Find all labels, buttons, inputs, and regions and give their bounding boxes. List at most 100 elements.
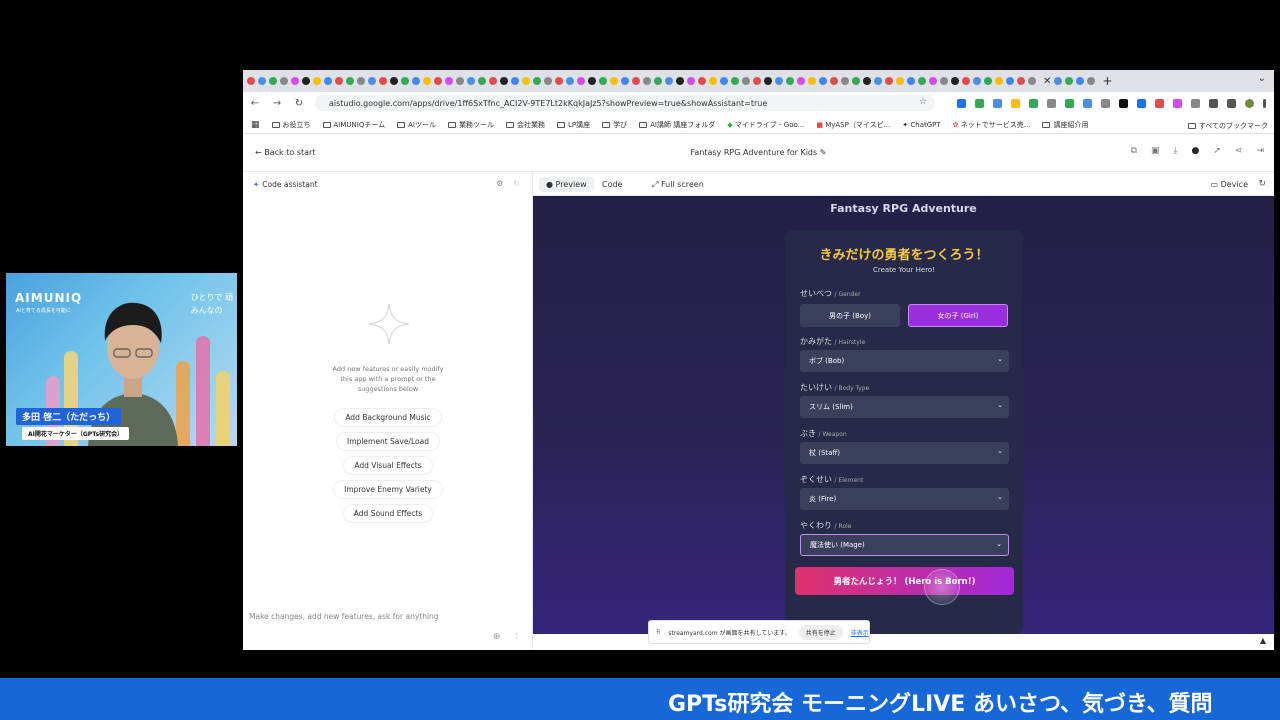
tab-favicon[interactable] bbox=[522, 77, 530, 85]
profile-avatar-icon[interactable] bbox=[1245, 98, 1254, 108]
extension-icon[interactable] bbox=[1119, 98, 1128, 108]
stop-sharing-button[interactable]: 共有を停止 bbox=[798, 624, 843, 640]
bookmark-item[interactable]: LP講座 bbox=[557, 120, 590, 130]
download-icon[interactable] bbox=[1209, 98, 1218, 108]
tab-favicon[interactable] bbox=[819, 77, 827, 85]
tab-favicon[interactable] bbox=[1028, 77, 1036, 85]
tab-favicon[interactable] bbox=[335, 77, 343, 85]
extension-icon[interactable] bbox=[1155, 98, 1164, 108]
tab-favicon[interactable] bbox=[456, 77, 464, 85]
tab-favicon[interactable] bbox=[379, 77, 387, 85]
tab-favicon[interactable] bbox=[346, 77, 354, 85]
tab-favicon[interactable] bbox=[566, 77, 574, 85]
chevron-down-icon[interactable]: ⌄ bbox=[1258, 73, 1266, 84]
body-type-select[interactable]: スリム (Slim) ⌄ bbox=[800, 396, 1009, 418]
tab-favicon[interactable] bbox=[1054, 77, 1063, 85]
tab-favicon[interactable] bbox=[632, 77, 640, 85]
all-bookmarks[interactable]: すべてのブックマーク bbox=[1187, 121, 1268, 131]
tab-favicon[interactable] bbox=[269, 77, 277, 85]
tab-favicon[interactable] bbox=[500, 77, 508, 85]
device-selector[interactable]: ▭ Device bbox=[1211, 180, 1248, 189]
weapon-select[interactable]: 杖 (Staff) ⌄ bbox=[800, 442, 1009, 464]
bookmark-item[interactable]: AIMUNIQチーム bbox=[322, 120, 385, 130]
extension-icon[interactable] bbox=[1083, 98, 1092, 108]
tab-favicon[interactable] bbox=[709, 77, 717, 85]
collapse-icon[interactable]: ⇥ bbox=[1256, 146, 1264, 156]
gender-girl-button[interactable]: 女の子 (Girl) bbox=[908, 304, 1008, 327]
hairstyle-select[interactable]: ボブ (Bob) ⌄ bbox=[800, 350, 1009, 372]
share-icon[interactable]: ⋖ bbox=[1235, 146, 1243, 156]
bookmark-item[interactable]: 講座紹介用 bbox=[1042, 120, 1088, 130]
drag-handle-icon[interactable]: ⠿ bbox=[656, 629, 660, 636]
close-icon[interactable]: ✕ bbox=[1043, 76, 1051, 87]
tab-favicon[interactable] bbox=[401, 77, 409, 85]
tab-favicon[interactable] bbox=[1065, 77, 1074, 85]
tab-favicon[interactable] bbox=[753, 77, 761, 85]
bookmark-item[interactable]: ■ MyASP（マイスピ... bbox=[816, 120, 890, 130]
extension-icon[interactable] bbox=[975, 98, 984, 108]
puzzle-icon[interactable] bbox=[1227, 98, 1236, 108]
tab-code[interactable]: Code bbox=[595, 177, 629, 192]
github-icon[interactable]: ● bbox=[1192, 146, 1200, 156]
tab-favicon[interactable] bbox=[588, 77, 596, 85]
tab-favicon[interactable] bbox=[280, 77, 288, 85]
download-icon[interactable]: ⤓ bbox=[1174, 146, 1178, 156]
tab-favicon[interactable] bbox=[478, 77, 486, 85]
tab-favicon[interactable] bbox=[313, 77, 321, 85]
tab-favicon[interactable] bbox=[929, 77, 937, 85]
tab-favicon[interactable] bbox=[368, 77, 376, 85]
settings-gear-icon[interactable]: ⚙ bbox=[496, 179, 503, 188]
suggestion-chip[interactable]: Improve Enemy Variety bbox=[333, 480, 443, 499]
tab-favicon[interactable] bbox=[973, 77, 981, 85]
reload-icon[interactable]: ↻ bbox=[293, 98, 305, 109]
tab-favicon[interactable] bbox=[302, 77, 310, 85]
tab-favicon[interactable] bbox=[258, 77, 266, 85]
bookmark-item[interactable]: お役立ち bbox=[271, 120, 311, 130]
tab-favicon[interactable] bbox=[643, 77, 651, 85]
extension-icon[interactable] bbox=[1011, 98, 1020, 108]
tab-favicon[interactable] bbox=[357, 77, 365, 85]
bookmark-item[interactable]: 会社業務 bbox=[506, 120, 545, 130]
tab-favicon[interactable] bbox=[665, 77, 673, 85]
tab-favicon[interactable] bbox=[764, 77, 772, 85]
tab-favicon[interactable] bbox=[445, 77, 453, 85]
save-icon[interactable]: ▣ bbox=[1151, 146, 1160, 156]
tab-favicon[interactable] bbox=[1076, 77, 1085, 85]
project-title[interactable]: Fantasy RPG Adventure for Kids ✎ bbox=[243, 148, 1274, 157]
bookmark-item[interactable]: AI講師 講座フォルダ bbox=[639, 120, 715, 130]
extension-icon[interactable] bbox=[1173, 98, 1182, 108]
extension-icon[interactable] bbox=[1191, 98, 1200, 108]
tab-favicon[interactable] bbox=[423, 77, 431, 85]
tab-favicon[interactable] bbox=[676, 77, 684, 85]
add-attachment-icon[interactable]: ⊕ bbox=[493, 632, 501, 642]
extension-icon[interactable] bbox=[1065, 98, 1074, 108]
tab-favicon[interactable] bbox=[324, 77, 332, 85]
deploy-rocket-icon[interactable]: ➚ bbox=[1213, 146, 1221, 156]
tab-favicon[interactable] bbox=[852, 77, 860, 85]
tab-favicon[interactable] bbox=[698, 77, 706, 85]
tab-favicon[interactable] bbox=[489, 77, 497, 85]
tab-favicon[interactable] bbox=[291, 77, 299, 85]
scroll-up-arrow-icon[interactable]: ▲ bbox=[1260, 636, 1266, 645]
tab-favicon[interactable] bbox=[544, 77, 552, 85]
tab-favicon[interactable] bbox=[742, 77, 750, 85]
tab-favicon[interactable] bbox=[995, 77, 1003, 85]
address-bar[interactable]: aistudio.google.com/apps/drive/1ff6SxTfn… bbox=[315, 95, 935, 111]
new-tab-icon[interactable]: + bbox=[1102, 74, 1112, 88]
hide-share-bar-link[interactable]: 非表示 bbox=[851, 628, 869, 637]
tab-favicon[interactable] bbox=[599, 77, 607, 85]
menu-icon[interactable] bbox=[1263, 98, 1266, 108]
tab-favicon[interactable] bbox=[896, 77, 904, 85]
suggestion-chip[interactable]: Add Visual Effects bbox=[343, 456, 433, 475]
tab-favicon[interactable] bbox=[412, 77, 420, 85]
tab-favicon[interactable] bbox=[247, 77, 255, 85]
extension-icon[interactable] bbox=[1029, 98, 1038, 108]
extension-icon[interactable] bbox=[1137, 98, 1146, 108]
tab-favicon[interactable] bbox=[1006, 77, 1014, 85]
tab-favicon[interactable] bbox=[797, 77, 805, 85]
back-arrow-icon[interactable]: ← bbox=[249, 98, 261, 109]
tab-favicon[interactable] bbox=[786, 77, 794, 85]
tab-favicon[interactable] bbox=[775, 77, 783, 85]
tab-favicon[interactable] bbox=[720, 77, 728, 85]
tab-favicon[interactable] bbox=[863, 77, 871, 85]
